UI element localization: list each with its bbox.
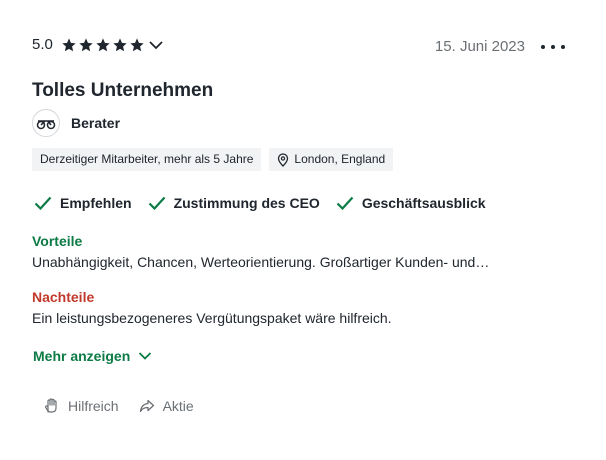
chevron-down-icon[interactable]: [148, 37, 164, 53]
check-ceo-approval-label: Zustimmung des CEO: [173, 195, 320, 211]
bicycle-icon: [36, 120, 56, 130]
check-business-outlook-label: Geschäftsausblick: [361, 195, 486, 211]
job-role: Berater: [71, 115, 121, 131]
pros-text: Unabhängigkeit, Chancen, Werteorientieru…: [32, 254, 490, 270]
rating-value: 5.0: [32, 36, 53, 53]
star-icon: [113, 37, 127, 51]
star-rating: [61, 37, 146, 53]
employment-tag-label: Derzeitiger Mitarbeiter, mehr als 5 Jahr…: [40, 152, 254, 166]
check-icon: [34, 196, 52, 210]
check-business-outlook: Geschäftsausblick: [336, 195, 486, 211]
chevron-down-icon: [139, 352, 152, 360]
check-icon: [336, 196, 354, 210]
review-actions: Hilfreich Aktie: [44, 398, 214, 414]
role-row: Berater: [32, 109, 120, 137]
rating-row: 5.0: [32, 36, 164, 53]
check-recommend: Empfehlen: [34, 195, 132, 211]
review-title: Tolles Unternehmen: [32, 80, 214, 101]
star-icon: [130, 37, 144, 51]
share-icon: [139, 399, 154, 413]
cons-heading: Nachteile: [32, 289, 95, 305]
more-options-button[interactable]: [541, 40, 565, 54]
recommendation-checks: Empfehlen Zustimmung des CEO Geschäftsau…: [34, 195, 502, 211]
check-ceo-approval: Zustimmung des CEO: [148, 195, 320, 211]
employment-tag: Derzeitiger Mitarbeiter, mehr als 5 Jahr…: [32, 148, 262, 171]
show-more-label: Mehr anzeigen: [33, 348, 131, 364]
cons-text: Ein leistungsbezogeneres Vergütungspaket…: [32, 310, 392, 326]
pros-heading: Vorteile: [32, 233, 83, 249]
more-icon: [561, 45, 565, 49]
more-icon: [541, 45, 545, 49]
helpful-button[interactable]: Hilfreich: [44, 398, 119, 414]
role-avatar: [32, 109, 60, 137]
star-icon: [79, 37, 93, 51]
check-icon: [148, 196, 165, 210]
check-recommend-label: Empfehlen: [60, 195, 132, 211]
helpful-label: Hilfreich: [68, 398, 119, 414]
location-tag: London, England: [269, 148, 394, 171]
helpful-hand-icon: [45, 398, 57, 413]
more-icon: [551, 45, 555, 49]
star-icon: [62, 37, 76, 51]
share-label: Aktie: [162, 398, 194, 414]
location-pin-icon: [278, 152, 289, 167]
review-date: 15. Juni 2023: [434, 38, 525, 55]
show-more-button[interactable]: Mehr anzeigen: [33, 348, 152, 364]
share-button[interactable]: Aktie: [139, 398, 194, 414]
review-tags: Derzeitiger Mitarbeiter, mehr als 5 Jahr…: [32, 148, 401, 171]
location-tag-label: London, England: [294, 152, 386, 166]
star-icon: [96, 37, 110, 51]
